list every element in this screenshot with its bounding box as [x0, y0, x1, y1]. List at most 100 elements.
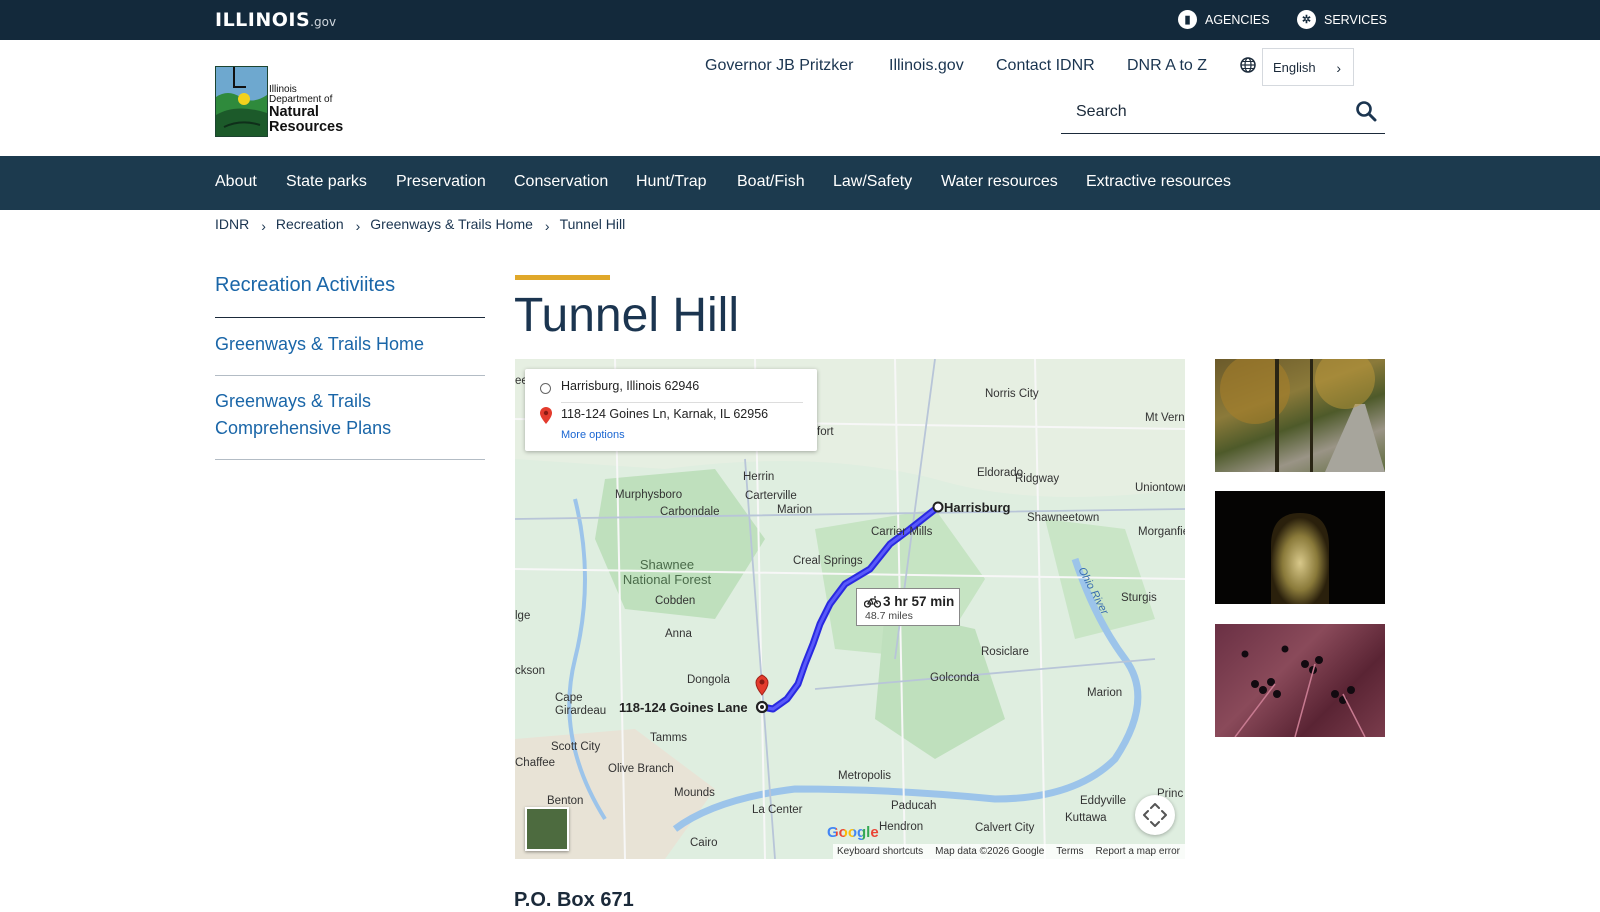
map-place-label: Marion — [1087, 687, 1123, 699]
google-logo-text: Google — [827, 824, 879, 841]
map-place-label: Norris City — [985, 388, 1039, 400]
chevron-right-icon: › — [544, 218, 550, 234]
breadcrumb-idnr[interactable]: IDNR — [215, 216, 249, 232]
map-place-label: Sturgis — [1121, 592, 1157, 604]
map-place-label: Dongola — [687, 674, 730, 686]
directions-map[interactable]: Norris City Eldorado Ridgway Shawneetown… — [515, 359, 1185, 859]
map-place-label: fort — [817, 426, 834, 438]
route-distance: 48.7 miles — [865, 610, 913, 622]
terms-link[interactable]: Terms — [1056, 846, 1083, 857]
search-input[interactable] — [1074, 99, 1338, 125]
map-place-label: Morganfie — [1138, 526, 1185, 538]
title-accent-bar — [515, 275, 610, 280]
page-title: Tunnel Hill — [514, 289, 739, 342]
nav-preservation[interactable]: Preservation — [396, 173, 486, 191]
map-place-label: lge — [515, 610, 531, 622]
route-info-callout[interactable]: 3 hr 57 min 48.7 miles — [856, 588, 960, 626]
map-place-label: Tamms — [650, 732, 688, 744]
map-place-label: Herrin — [743, 471, 775, 483]
illinois-gov-link[interactable]: Illinois.gov — [889, 57, 964, 75]
map-place-label: Scott City — [551, 741, 601, 753]
map-place-label: Carterville — [745, 490, 797, 502]
sidebar-heading[interactable]: Recreation Activiites — [215, 274, 485, 297]
sidebar-item-greenways-home[interactable]: Greenways & Trails Home — [215, 331, 475, 358]
illinois-gov-logo[interactable]: ILLINOIS.gov — [215, 9, 336, 31]
agencies-label: AGENCIES — [1205, 12, 1270, 27]
illinois-logo-text: ILLINOIS — [215, 9, 311, 31]
search-icon[interactable] — [1355, 100, 1377, 122]
top-bar: ILLINOIS.gov ▮ AGENCIES ✲ SERVICES — [0, 0, 1600, 40]
map-place-label: Metropolis — [838, 770, 892, 782]
building-icon: ▮ — [1178, 10, 1197, 29]
map-place-label: Paducah — [891, 800, 937, 812]
services-label: SERVICES — [1324, 12, 1387, 27]
map-place-label: Calvert City — [975, 822, 1035, 834]
map-place-label: Ridgway — [1015, 473, 1060, 485]
map-place-label: Carrier Mills — [871, 526, 933, 538]
map-place-label: Eddyville — [1080, 795, 1127, 807]
nav-conservation[interactable]: Conservation — [514, 173, 608, 191]
map-place-label: Mt Vern — [1145, 412, 1185, 424]
chevron-right-icon: › — [355, 218, 361, 234]
agencies-button[interactable]: ▮ AGENCIES — [1178, 10, 1270, 29]
sidebar-divider — [215, 375, 485, 376]
services-button[interactable]: ✲ SERVICES — [1297, 10, 1387, 29]
report-map-error-link[interactable]: Report a map error — [1096, 846, 1180, 857]
breadcrumb: IDNR › Recreation › Greenways & Trails H… — [215, 216, 626, 234]
nav-state-parks[interactable]: State parks — [286, 173, 367, 191]
nav-water-resources[interactable]: Water resources — [941, 173, 1058, 191]
map-place-label: La Center — [752, 804, 803, 816]
language-select[interactable]: English › — [1262, 48, 1354, 86]
sidebar-divider — [215, 459, 485, 460]
logo-line-4: Resources — [269, 119, 344, 136]
map-place-label: Cobden — [655, 595, 696, 607]
breadcrumb-current: Tunnel Hill — [559, 216, 626, 232]
map-place-label: Creal Springs — [793, 555, 863, 567]
satellite-toggle-button[interactable] — [525, 807, 569, 851]
map-place-label: Chaffee — [515, 757, 556, 769]
nav-hunt-trap[interactable]: Hunt/Trap — [636, 173, 707, 191]
nav-boat-fish[interactable]: Boat/Fish — [737, 173, 805, 191]
contact-idnr-link[interactable]: Contact IDNR — [996, 57, 1095, 75]
main-navigation: About State parks Preservation Conservat… — [0, 156, 1600, 210]
nav-law-safety[interactable]: Law/Safety — [833, 173, 912, 191]
map-place-label: Anna — [665, 628, 692, 640]
directions-destination[interactable]: 118-124 Goines Ln, Karnak, IL 62956 — [561, 407, 768, 421]
origin-circle-icon — [540, 383, 551, 394]
directions-origin[interactable]: Harrisburg, Illinois 62946 — [561, 379, 699, 393]
more-options-link[interactable]: More options — [561, 429, 625, 441]
map-forest-label: Shawnee National Forest — [622, 557, 712, 587]
keyboard-shortcuts-link[interactable]: Keyboard shortcuts — [837, 846, 923, 857]
idnr-logo-text: Illinois Department of Natural Resources — [269, 84, 344, 136]
dnr-a-to-z-link[interactable]: DNR A to Z — [1127, 57, 1207, 75]
elderberry-photo-image — [1234, 645, 1366, 737]
directions-divider — [561, 402, 803, 403]
map-place-label: Hendron — [879, 821, 924, 833]
tunnel-photo[interactable] — [1215, 491, 1385, 604]
park-address: P.O. Box 671 — [514, 889, 634, 911]
nav-about[interactable]: About — [215, 173, 257, 191]
directions-panel[interactable]: Harrisburg, Illinois 62946 118-124 Goine… — [525, 369, 817, 451]
breadcrumb-greenways[interactable]: Greenways & Trails Home — [370, 216, 533, 232]
sidebar-divider — [215, 317, 485, 318]
governor-link[interactable]: Governor JB Pritzker — [705, 57, 853, 75]
illinois-logo-suffix: .gov — [310, 15, 337, 29]
sidebar-item-comprehensive-plans[interactable]: Greenways & Trails Comprehensive Plans — [215, 388, 475, 442]
idnr-logo[interactable]: Illinois Department of Natural Resources — [215, 66, 345, 137]
trail-photo-autumn[interactable] — [1215, 359, 1385, 472]
idnr-logo-graphic — [215, 66, 268, 137]
fullscreen-button[interactable] — [1135, 795, 1175, 835]
map-place-label: Cape Girardeau — [555, 692, 607, 717]
map-place-label: ckson — [515, 665, 546, 677]
nav-extractive-resources[interactable]: Extractive resources — [1086, 173, 1231, 191]
google-logo: Google — [827, 824, 879, 841]
map-place-label: Olive Branch — [608, 763, 674, 775]
tunnel-photo-image — [1271, 513, 1329, 604]
elderberry-photo[interactable] — [1215, 624, 1385, 737]
fullscreen-icon — [1143, 803, 1167, 827]
bicycle-icon — [864, 596, 881, 608]
map-place-label: Uniontown — [1135, 482, 1185, 494]
breadcrumb-recreation[interactable]: Recreation — [276, 216, 344, 232]
map-data-text: Map data ©2026 Google — [935, 846, 1045, 857]
route-duration: 3 hr 57 min — [883, 594, 955, 609]
